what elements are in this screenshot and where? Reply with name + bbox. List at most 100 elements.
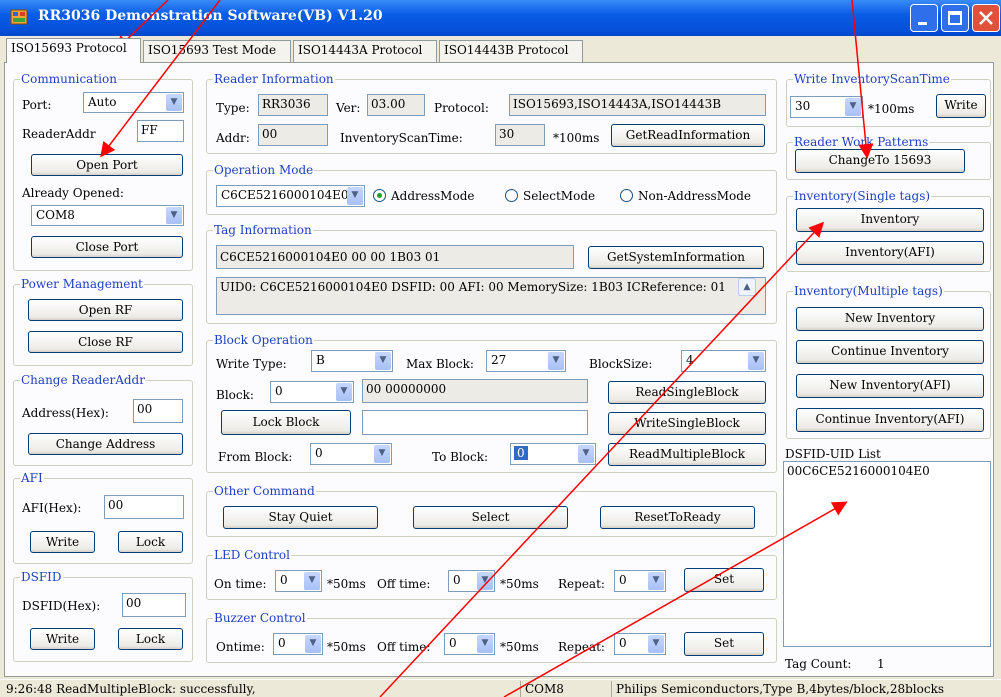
chevron-down-icon[interactable]: ▼	[477, 635, 493, 653]
block-size-value: 4	[686, 353, 694, 367]
write-type-select[interactable]: B ▼	[311, 350, 393, 372]
write-scan-time-legend: Write InventoryScanTime	[793, 72, 951, 86]
led-off-time-select[interactable]: 0 ▼	[448, 570, 495, 592]
address-mode-radio[interactable]: AddressMode	[373, 189, 474, 203]
chevron-down-icon[interactable]: ▼	[375, 352, 391, 370]
port-select-value: Auto	[88, 95, 117, 109]
write-scan-time-button[interactable]: Write	[936, 94, 986, 118]
read-single-block-button[interactable]: ReadSingleBlock	[608, 381, 766, 404]
tab-iso14443a-protocol[interactable]: ISO14443A Protocol	[293, 40, 437, 62]
afi-hex-input[interactable]: 00	[104, 495, 184, 519]
chevron-down-icon[interactable]: ▼	[648, 572, 664, 590]
type-field: RR3036	[258, 94, 328, 116]
led-set-button[interactable]: Set	[684, 568, 764, 592]
uid-select-value: C6CE5216000104E0	[221, 188, 349, 202]
write-single-block-button[interactable]: WriteSingleBlock	[608, 412, 766, 435]
max-block-select[interactable]: 27 ▼	[486, 350, 566, 372]
chevron-down-icon[interactable]: ▼	[336, 383, 352, 401]
type-label: Type:	[216, 101, 250, 115]
led-repeat-select[interactable]: 0 ▼	[614, 570, 666, 592]
max-block-value: 27	[491, 353, 507, 367]
get-read-information-button[interactable]: GetReadInformation	[611, 124, 765, 147]
chevron-down-icon[interactable]: ▼	[304, 572, 320, 590]
write-type-value: B	[316, 353, 325, 367]
reader-addr-input[interactable]: FF	[137, 120, 184, 142]
lock-block-button[interactable]: Lock Block	[221, 410, 351, 435]
tab-iso14443b-protocol[interactable]: ISO14443B Protocol	[439, 40, 583, 62]
ver-field: 03.00	[367, 94, 425, 116]
chevron-down-icon[interactable]: ▼	[548, 352, 564, 370]
reset-to-ready-button[interactable]: ResetToReady	[600, 506, 755, 529]
change-address-button[interactable]: Change Address	[28, 433, 183, 455]
tab-iso15693-protocol[interactable]: ISO15693 Protocol	[6, 38, 141, 63]
opened-port-select[interactable]: COM8 ▼	[31, 205, 184, 226]
select-mode-radio[interactable]: SelectMode	[505, 189, 595, 203]
already-opened-label: Already Opened:	[22, 186, 124, 200]
stay-quiet-button[interactable]: Stay Quiet	[223, 506, 378, 529]
tab-iso15693-test-mode[interactable]: ISO15693 Test Mode	[143, 40, 291, 62]
maximize-icon	[948, 11, 962, 25]
chevron-down-icon[interactable]: ▼	[305, 635, 321, 653]
block-operation-legend: Block Operation	[213, 333, 314, 347]
radio-icon	[505, 189, 518, 202]
inventory-multi-legend: Inventory(Multiple tags)	[793, 284, 944, 298]
block-select[interactable]: 0 ▼	[270, 381, 354, 403]
dsfid-write-button[interactable]: Write	[30, 628, 95, 650]
non-address-mode-radio[interactable]: Non-AddressMode	[620, 189, 751, 203]
chevron-down-icon[interactable]: ▼	[374, 445, 390, 463]
buzzer-repeat-select[interactable]: 0 ▼	[614, 633, 666, 655]
inventory-afi-button[interactable]: Inventory(AFI)	[796, 241, 984, 265]
get-system-information-button[interactable]: GetSystemInformation	[588, 246, 764, 269]
port-select[interactable]: Auto ▼	[83, 92, 184, 113]
close-port-button[interactable]: Close Port	[31, 236, 183, 258]
ver-label: Ver:	[336, 101, 361, 115]
open-port-button[interactable]: Open Port	[31, 154, 183, 176]
close-rf-button[interactable]: Close RF	[28, 331, 183, 353]
dsfid-lock-button[interactable]: Lock	[118, 628, 183, 650]
write-data-input[interactable]	[362, 410, 588, 435]
from-block-select[interactable]: 0 ▼	[310, 443, 392, 465]
maximize-button[interactable]	[941, 4, 969, 32]
buzzer-off-time-select[interactable]: 0 ▼	[444, 633, 495, 655]
afi-lock-button[interactable]: Lock	[118, 531, 183, 553]
led-off-time-value: 0	[453, 573, 461, 587]
chevron-down-icon[interactable]: ▼	[166, 207, 182, 224]
close-icon	[979, 11, 993, 25]
communication-legend: Communication	[20, 72, 118, 86]
read-multiple-block-button[interactable]: ReadMultipleBlock	[608, 443, 766, 466]
chevron-down-icon[interactable]: ▼	[477, 572, 493, 590]
to-block-select[interactable]: 0 ▼	[510, 443, 596, 465]
continue-inventory-button[interactable]: Continue Inventory	[796, 340, 984, 364]
close-button[interactable]	[972, 4, 1000, 32]
chevron-down-icon[interactable]: ▼	[748, 352, 764, 370]
change-to-15693-button[interactable]: ChangeTo 15693	[795, 149, 965, 173]
chevron-down-icon[interactable]: ▼	[845, 98, 861, 116]
tag-count-value: 1	[877, 657, 885, 671]
chevron-down-icon[interactable]: ▼	[166, 94, 182, 111]
afi-write-button[interactable]: Write	[30, 531, 95, 553]
block-size-select[interactable]: 4 ▼	[681, 350, 766, 372]
minimize-button[interactable]	[910, 4, 938, 32]
new-inventory-afi-button[interactable]: New Inventory(AFI)	[796, 374, 984, 398]
dsfid-hex-input[interactable]: 00	[122, 593, 186, 617]
inventory-button[interactable]: Inventory	[796, 208, 984, 232]
continue-inventory-afi-button[interactable]: Continue Inventory(AFI)	[796, 408, 984, 432]
chevron-down-icon[interactable]: ▼	[347, 187, 363, 205]
buzzer-on-time-select[interactable]: 0 ▼	[273, 633, 323, 655]
chevron-down-icon[interactable]: ▼	[648, 635, 664, 653]
chevron-down-icon[interactable]: ▼	[578, 445, 594, 463]
uid-list[interactable]: 00C6CE5216000104E0	[783, 461, 991, 647]
scan-time-select[interactable]: 30 ▼	[790, 96, 863, 118]
led-on-time-select[interactable]: 0 ▼	[275, 570, 322, 592]
buzzer-set-button[interactable]: Set	[684, 632, 764, 656]
led-repeat-label: Repeat:	[558, 577, 605, 591]
protocol-field: ISO15693,ISO14443A,ISO14443B	[509, 94, 766, 116]
open-rf-button[interactable]: Open RF	[28, 299, 183, 321]
block-data-field: 00 00000000	[362, 379, 588, 403]
scroll-up-icon[interactable]: ▲	[738, 278, 756, 296]
uid-select[interactable]: C6CE5216000104E0 ▼	[216, 185, 365, 207]
new-inventory-button[interactable]: New Inventory	[796, 307, 984, 331]
select-button[interactable]: Select	[413, 506, 568, 529]
uid-list-item[interactable]: 00C6CE5216000104E0	[784, 462, 990, 480]
address-hex-input[interactable]: 00	[133, 399, 183, 423]
